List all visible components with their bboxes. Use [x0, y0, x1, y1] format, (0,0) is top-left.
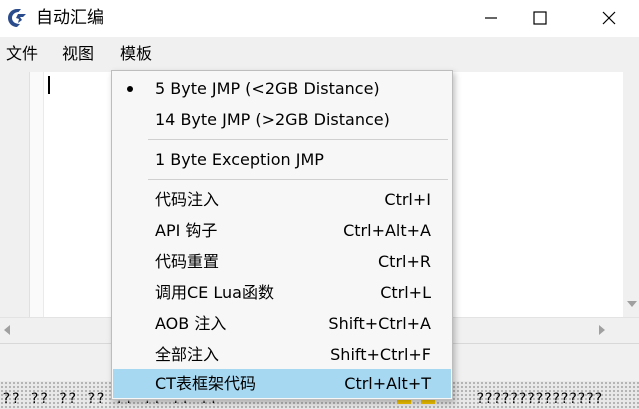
- menu-template[interactable]: 模板: [114, 43, 158, 65]
- scroll-down-icon[interactable]: [627, 301, 637, 307]
- fold-gutter: [30, 72, 44, 317]
- vertical-scrollbar[interactable]: [623, 72, 639, 317]
- text-caret: [48, 76, 50, 94]
- menu-view[interactable]: 视图: [56, 43, 100, 65]
- menu-item-ct-framework-code[interactable]: CT表框架代码 Ctrl+Alt+T: [113, 369, 451, 398]
- menu-file[interactable]: 文件: [0, 43, 44, 65]
- scroll-left-icon[interactable]: [4, 325, 10, 335]
- minimize-button[interactable]: [468, 0, 514, 36]
- menu-item-code-relocation[interactable]: 代码重置 Ctrl+R: [113, 247, 451, 276]
- scroll-right-icon[interactable]: [599, 325, 605, 335]
- menu-item-code-injection[interactable]: 代码注入 Ctrl+I: [113, 185, 451, 214]
- menu-item-14byte-jmp[interactable]: 14 Byte JMP (>2GB Distance): [113, 105, 451, 134]
- template-dropdown-menu: 5 Byte JMP (<2GB Distance) 14 Byte JMP (…: [111, 70, 453, 400]
- window-title: 自动汇编: [36, 8, 104, 28]
- menu-item-5byte-jmp[interactable]: 5 Byte JMP (<2GB Distance): [113, 74, 451, 103]
- menu-separator: [148, 179, 448, 180]
- menu-item-call-lua-function[interactable]: 调用CE Lua函数 Ctrl+L: [113, 278, 451, 307]
- menu-item-api-hook[interactable]: API 钩子 Ctrl+Alt+A: [113, 216, 451, 245]
- close-button[interactable]: [586, 0, 632, 36]
- cheat-engine-icon: [8, 9, 26, 27]
- title-bar: 自动汇编: [0, 0, 639, 36]
- menu-separator: [148, 139, 448, 140]
- line-number-gutter: [0, 72, 30, 317]
- menu-item-aob-injection[interactable]: AOB 注入 Shift+Ctrl+A: [113, 309, 451, 338]
- menu-bar: 文件 视图 模板: [0, 37, 639, 72]
- hex-bytes-right: ???????????????: [476, 391, 603, 407]
- menu-item-1byte-exception-jmp[interactable]: 1 Byte Exception JMP: [113, 145, 451, 174]
- minimize-icon: [485, 17, 497, 19]
- maximize-icon: [533, 11, 547, 25]
- menu-item-full-injection[interactable]: 全部注入 Shift+Ctrl+F: [113, 340, 451, 369]
- radio-checked-icon: [127, 86, 133, 92]
- maximize-button[interactable]: [517, 0, 563, 36]
- close-icon: [602, 11, 616, 25]
